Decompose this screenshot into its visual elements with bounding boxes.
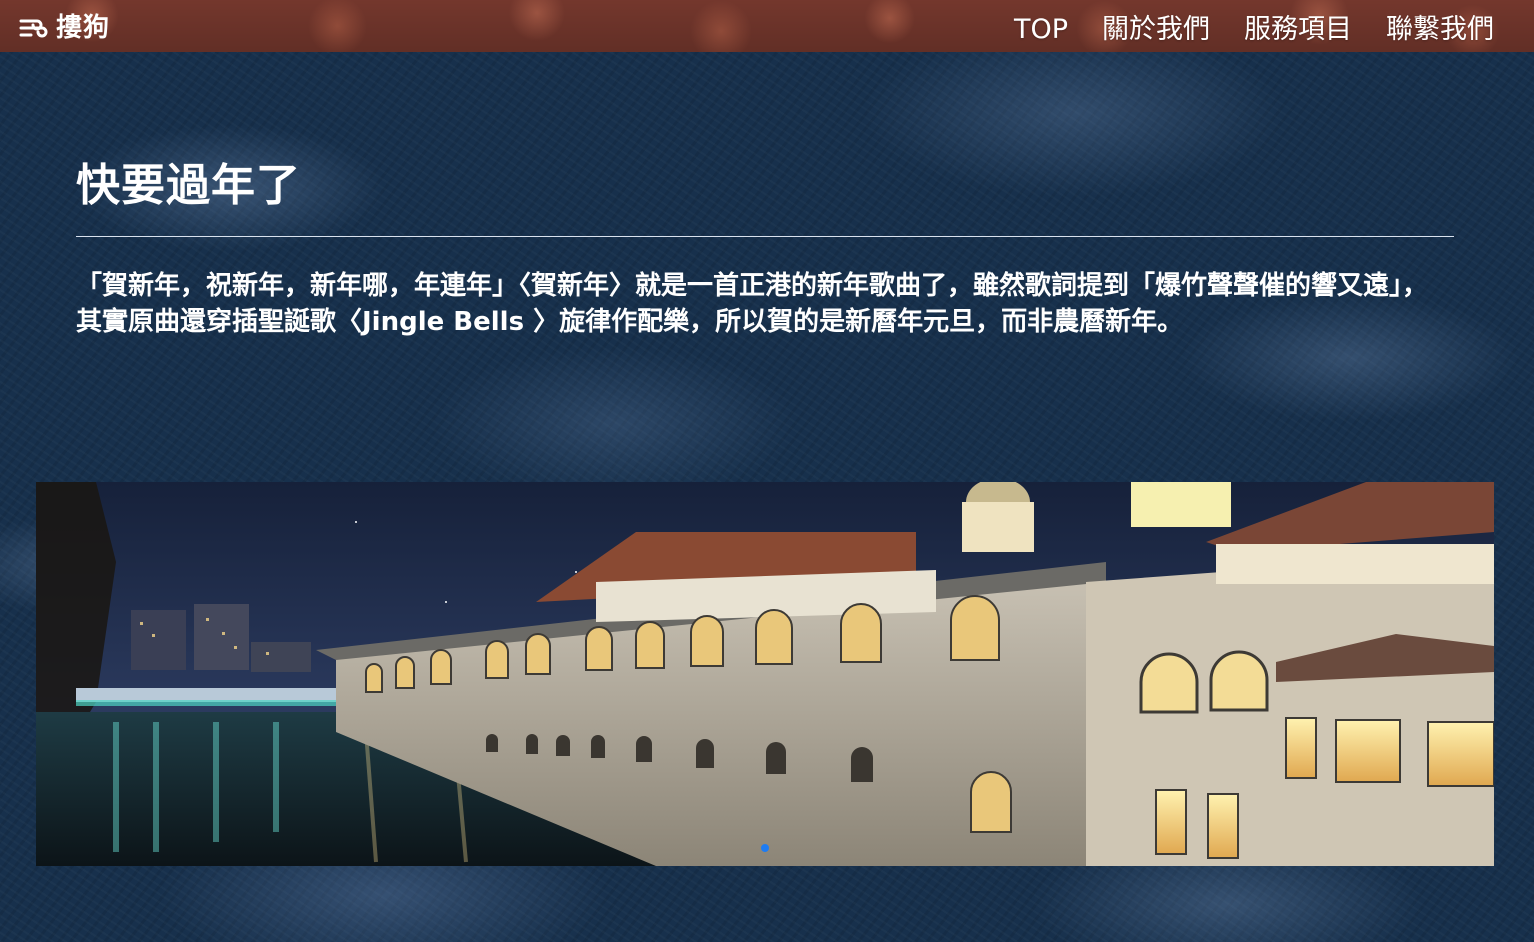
nav-contact-us[interactable]: 聯繫我們 [1386,10,1494,50]
top-header: 摟狗 TOP 關於我們 服務項目 聯繫我們 [0,0,1534,52]
carousel-indicators [36,844,1494,852]
nav-services[interactable]: 服務項目 [1244,10,1352,50]
carousel-dot-1[interactable] [761,844,769,852]
intro-paragraph: 「賀新年，祝新年，新年哪，年連年」〈賀新年〉就是一首正港的新年歌曲了，雖然歌詞提… [76,271,1429,337]
page-title: 快要過年了 [76,160,301,211]
brand-logo[interactable]: 摟狗 [18,12,110,44]
logo-icon [18,14,50,42]
main-nav: TOP 關於我們 服務項目 聯繫我們 [1014,10,1494,50]
carousel-slide-image [36,482,1494,866]
nav-top[interactable]: TOP [1014,10,1068,50]
brand-name: 摟狗 [56,13,111,43]
nav-about-us[interactable]: 關於我們 [1102,10,1210,50]
title-divider [76,236,1454,237]
image-carousel[interactable] [36,482,1494,866]
